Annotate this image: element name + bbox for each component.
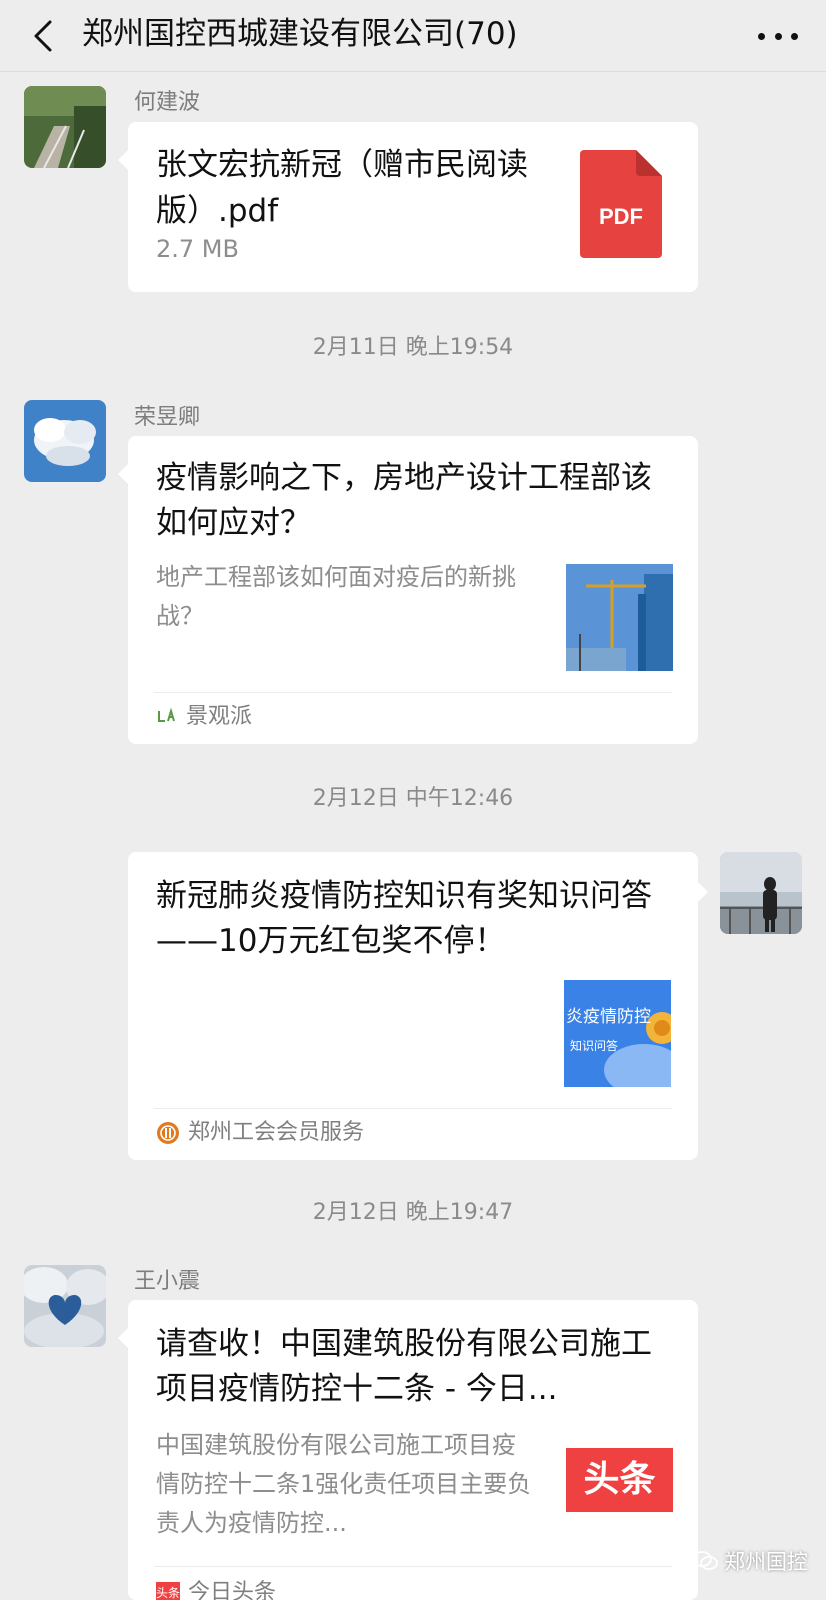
article-title: 新冠肺炎疫情防控知识有奖知识问答——10万元红包奖不停！ bbox=[156, 878, 652, 959]
avatar[interactable] bbox=[720, 852, 802, 934]
chat-title: 郑州国控西城建设有限公司(70) bbox=[82, 16, 518, 52]
back-icon[interactable] bbox=[26, 14, 66, 58]
watermark-text: 郑州国控 bbox=[724, 1550, 808, 1574]
article-source: 头条 今日头条 bbox=[156, 1578, 276, 1600]
timestamp: 2月11日 晚上19:54 bbox=[312, 335, 514, 360]
thumbnail-text: 炎疫情防控 bbox=[566, 1007, 651, 1027]
article-thumbnail: 炎疫情防控 知识问答 bbox=[564, 980, 671, 1087]
divider bbox=[154, 1566, 672, 1567]
timestamp: 2月12日 中午12:46 bbox=[312, 786, 514, 811]
chat-header: 郑州国控西城建设有限公司(70) bbox=[0, 0, 826, 72]
source-name: 今日头条 bbox=[188, 1580, 277, 1600]
source-name: 郑州工会会员服务 bbox=[188, 1120, 365, 1145]
sender-name: 何建波 bbox=[134, 90, 201, 115]
wechat-icon bbox=[692, 1551, 718, 1570]
article-source: 景观派 bbox=[156, 702, 252, 732]
watermark: 郑州国控 bbox=[692, 1546, 808, 1576]
file-message[interactable]: 张文宏抗新冠（赠市民阅读版）.pdf 2.7 MB PDF bbox=[118, 122, 698, 292]
toutiao-icon: 头条 bbox=[156, 1582, 180, 1600]
toutiao-logo: 头条 bbox=[566, 1447, 673, 1512]
article-card[interactable]: 请查收！中国建筑股份有限公司施工项目疫情防控十二条 - 今日... 中国建筑股份… bbox=[118, 1300, 698, 1600]
file-size: 2.7 MB bbox=[156, 235, 239, 263]
avatar[interactable] bbox=[24, 400, 106, 482]
union-badge-icon bbox=[157, 1122, 179, 1144]
thumbnail-text: 知识问答 bbox=[570, 1038, 618, 1053]
article-description: 地产工程部该如何面对疫后的新挑战？ bbox=[156, 563, 516, 630]
article-thumbnail bbox=[566, 564, 673, 671]
article-title: 疫情影响之下，房地产设计工程部该如何应对？ bbox=[156, 460, 652, 541]
avatar[interactable] bbox=[24, 1265, 106, 1347]
pdf-label: PDF bbox=[599, 204, 643, 229]
article-source: 郑州工会会员服务 bbox=[156, 1118, 364, 1148]
sender-name: 荣昱卿 bbox=[134, 405, 201, 430]
pdf-file-icon: PDF bbox=[580, 150, 662, 258]
article-description: 中国建筑股份有限公司施工项目疫情防控十二条1强化责任项目主要负责人为疫情防控..… bbox=[156, 1431, 532, 1537]
source-name: 景观派 bbox=[186, 704, 253, 729]
article-card[interactable]: 疫情影响之下，房地产设计工程部该如何应对？ 地产工程部该如何面对疫后的新挑战？ … bbox=[118, 436, 698, 744]
divider bbox=[154, 1108, 672, 1109]
timestamp: 2月12日 晚上19:47 bbox=[312, 1200, 514, 1225]
sender-name: 王小震 bbox=[134, 1269, 201, 1294]
source-icon bbox=[158, 707, 175, 722]
article-card[interactable]: 新冠肺炎疫情防控知识有奖知识问答——10万元红包奖不停！ 炎疫情防控 知识问答 … bbox=[128, 852, 708, 1160]
more-options-icon[interactable] bbox=[752, 14, 804, 58]
file-name: 张文宏抗新冠（赠市民阅读版）.pdf bbox=[156, 147, 528, 229]
divider bbox=[154, 692, 672, 693]
avatar[interactable] bbox=[24, 86, 106, 168]
article-title: 请查收！中国建筑股份有限公司施工项目疫情防控十二条 - 今日... bbox=[156, 1326, 652, 1407]
article-thumbnail: 头条 bbox=[566, 1426, 673, 1533]
